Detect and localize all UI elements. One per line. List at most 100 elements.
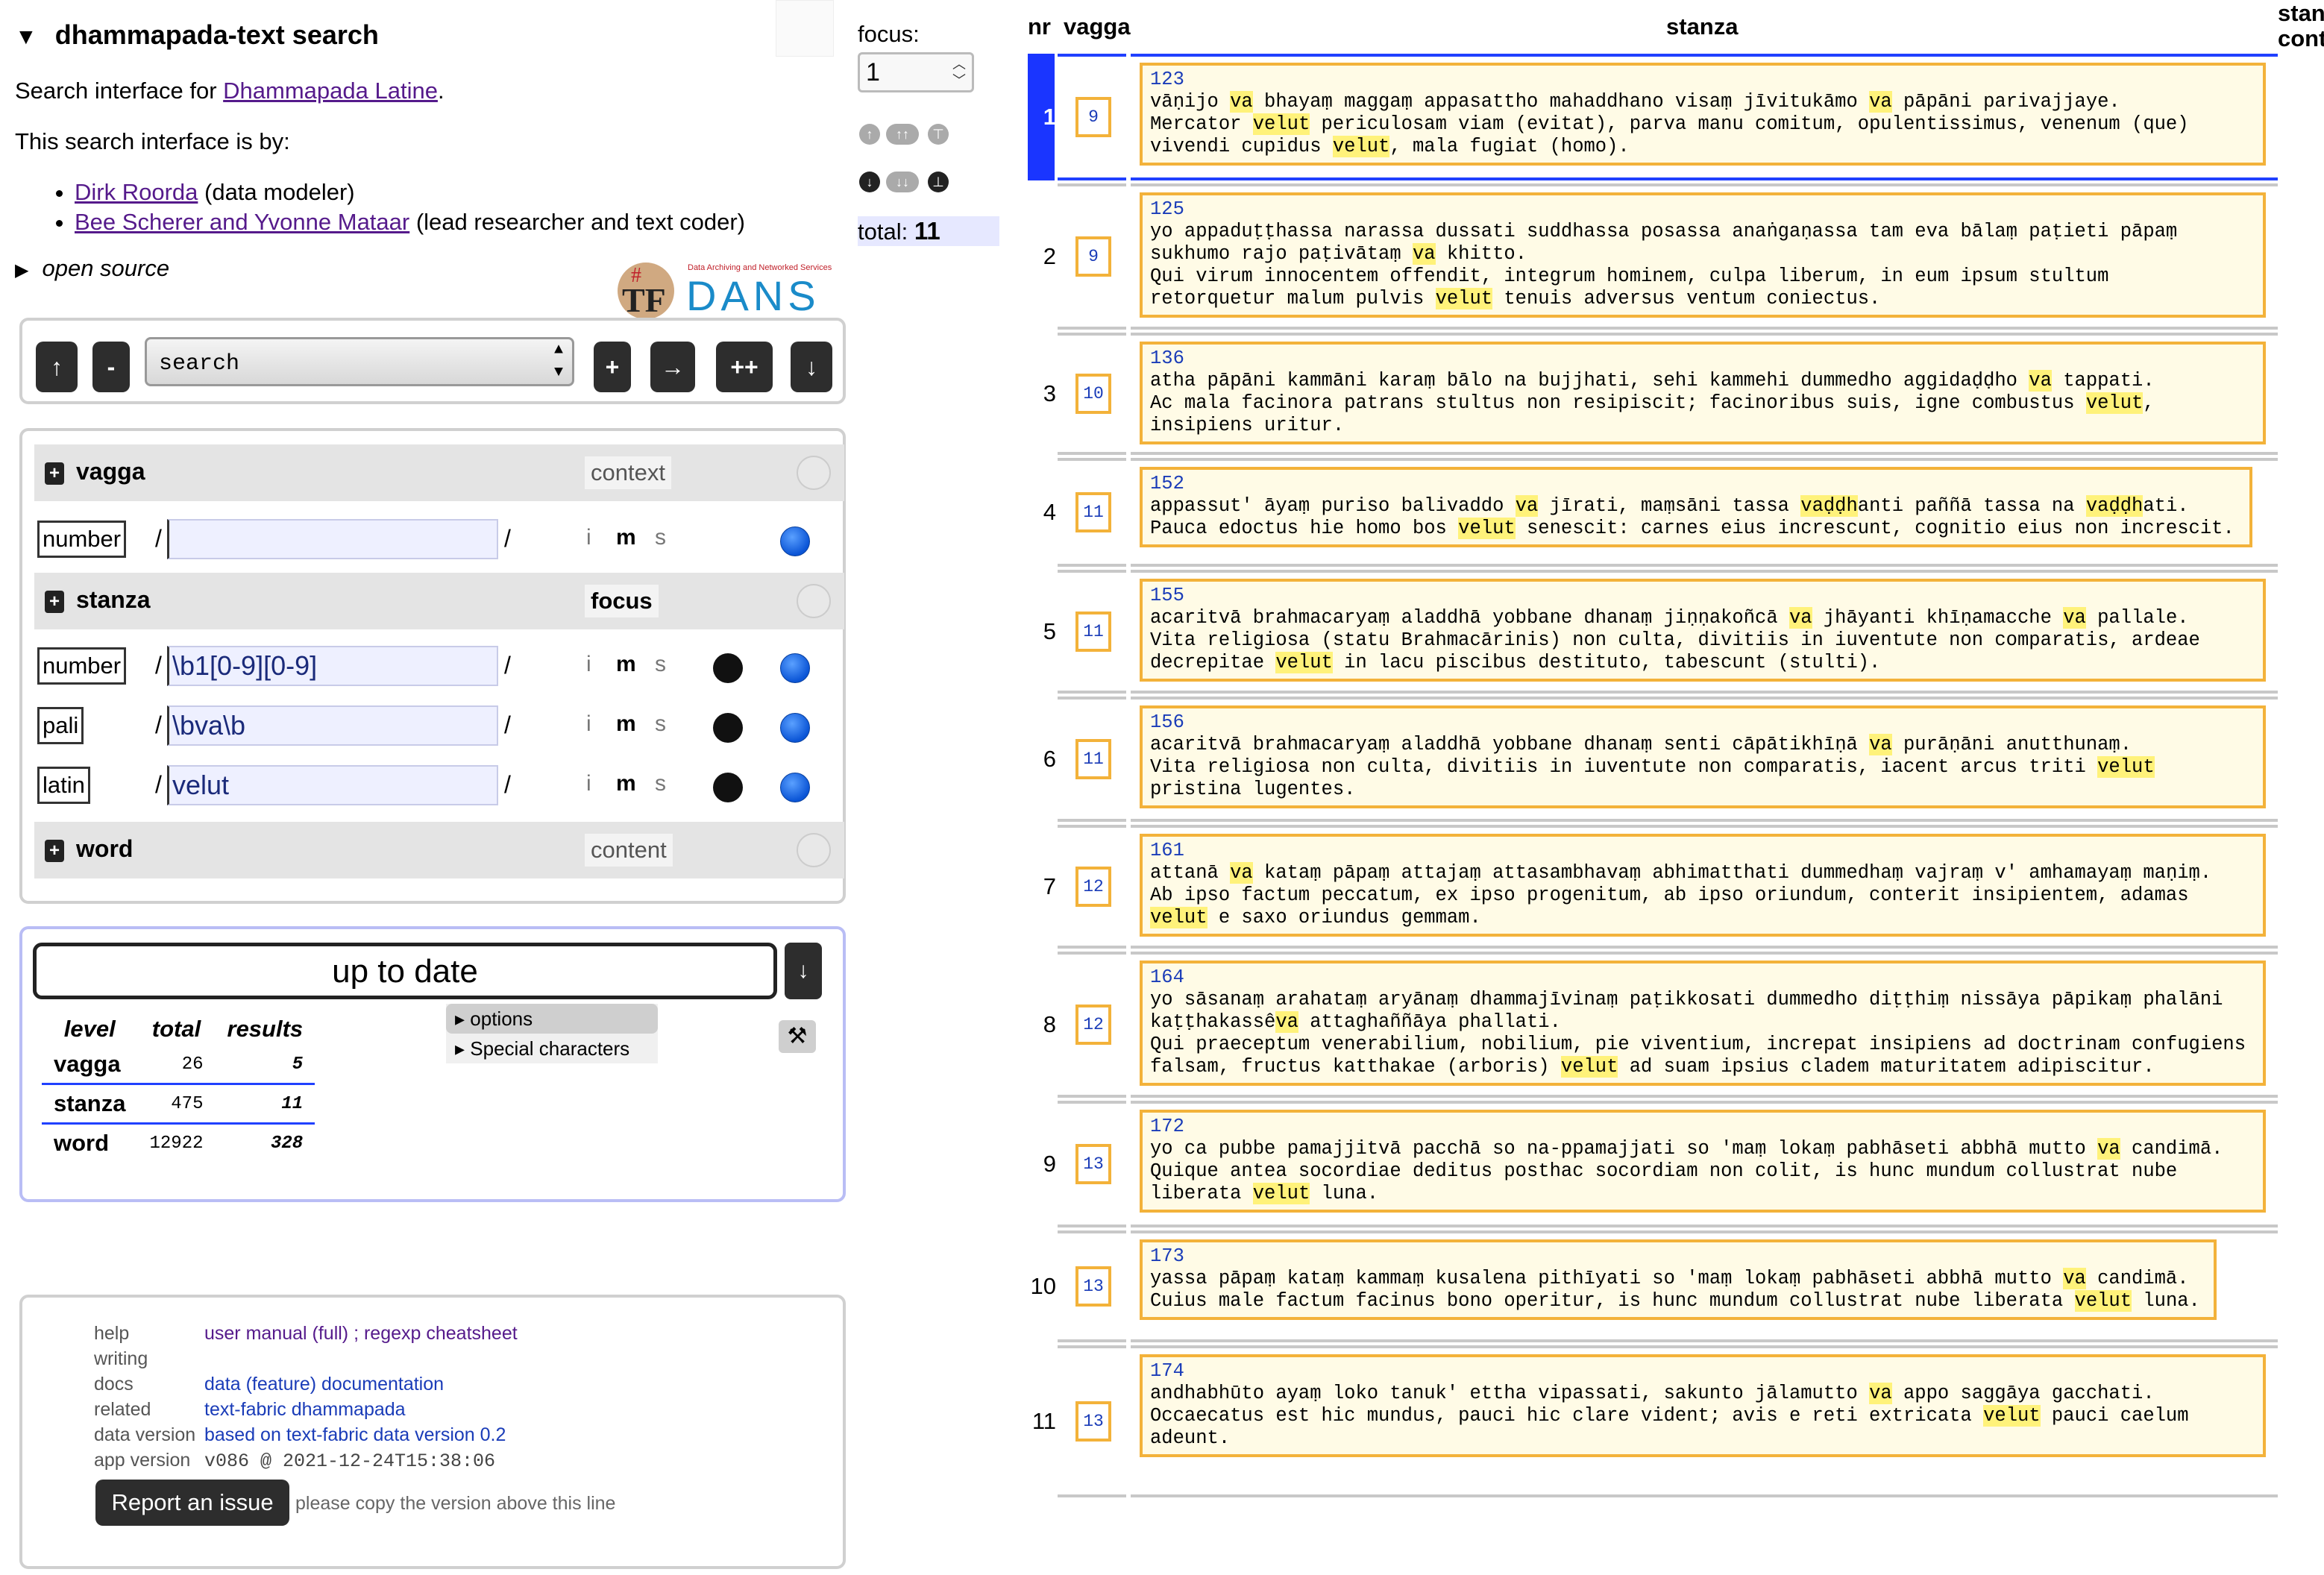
vagga-number-box[interactable]: 11 — [1075, 612, 1111, 652]
credit-link-roorda[interactable]: Dirk Roorda — [75, 179, 198, 205]
related-link[interactable]: text-fabric dhammapada — [204, 1399, 406, 1420]
tools-icon[interactable]: ⚒ — [779, 1020, 816, 1053]
bottom-icon[interactable]: ⊥ — [928, 172, 949, 192]
flag-i-button[interactable]: i — [586, 771, 591, 796]
result-number[interactable]: 11 — [1028, 1408, 1056, 1435]
next-page-icon[interactable]: ↓↓ — [886, 172, 919, 192]
word-content-button[interactable]: content — [585, 834, 673, 867]
first-result-icon[interactable]: ↑ — [859, 124, 880, 145]
flag-m-button[interactable]: m — [616, 652, 636, 677]
stanza-box[interactable]: 136 atha pāpāni kammāni karaṃ bālo na buj… — [1140, 342, 2266, 444]
stanza-latin-show-toggle[interactable] — [780, 773, 810, 802]
collapse-triangle-icon[interactable]: ▼ — [15, 25, 37, 49]
stanza-number[interactable]: 125 — [1150, 198, 2257, 221]
prev-page-icon[interactable]: ↑↑ — [886, 124, 919, 145]
top-icon[interactable]: ⊤ — [928, 124, 949, 145]
stats-row-vagga[interactable]: vagga 26 5 — [42, 1046, 315, 1084]
stanza-number[interactable]: 161 — [1150, 840, 2257, 862]
stats-row-stanza[interactable]: stanza 475 11 — [42, 1083, 315, 1125]
expand-word-button[interactable]: + — [45, 840, 64, 862]
flag-s-button[interactable]: s — [655, 525, 666, 550]
result-row[interactable]: 3 10 136 atha pāpāni kammāni karaṃ bālo na … — [1028, 333, 2278, 455]
word-display-toggle[interactable] — [797, 833, 831, 867]
options-toggle[interactable]: ▸ options — [446, 1004, 658, 1034]
open-source-toggle[interactable]: ▶ open source — [15, 255, 169, 282]
uptodate-button[interactable]: up to date — [33, 943, 777, 999]
status-down-button[interactable]: ↓ — [785, 943, 822, 999]
result-number[interactable]: 1 — [1028, 104, 1056, 131]
stanza-box[interactable]: 152 appassut' āyaṃ puriso balivaddo va jī… — [1140, 467, 2252, 547]
result-row[interactable]: 8 12 164 yo sāsanaṃ arahataṃ aryānaṃ dhamma… — [1028, 952, 2278, 1098]
result-row[interactable]: 5 11 155 acaritvā brahmacaryaṃ aladdhā yobb… — [1028, 570, 2278, 694]
stanza-number[interactable]: 156 — [1150, 711, 2257, 734]
flag-i-button[interactable]: i — [586, 525, 591, 550]
stanza-number[interactable]: 123 — [1150, 69, 2257, 91]
result-row[interactable]: 11 13 174 andhabhūto ayaṃ loko tanuk' ettha… — [1028, 1345, 2278, 1497]
stanza-latin-select-toggle[interactable] — [713, 773, 743, 802]
stanza-number-select-toggle[interactable] — [713, 653, 743, 683]
stanza-latin-input[interactable]: velut — [167, 765, 498, 805]
stanza-box[interactable]: 123 vāṇijo va bhayaṃ maggaṃ appasattho ma… — [1140, 63, 2266, 166]
report-issue-button[interactable]: Report an issue — [95, 1480, 289, 1526]
stanza-box[interactable]: 161 attanā va kataṃ pāpaṃ attajaṃ attasam… — [1140, 834, 2266, 937]
stanza-box[interactable]: 174 andhabhūto ayaṃ loko tanuk' ettha vip… — [1140, 1354, 2266, 1457]
stanza-box[interactable]: 173 yassa pāpaṃ kataṃ kammaṃ kusalena pit… — [1140, 1239, 2217, 1320]
result-row[interactable]: 9 13 172 yo ca pubbe pamajjitvā pacchā so n… — [1028, 1101, 2278, 1227]
stanza-number[interactable]: 155 — [1150, 585, 2257, 607]
flag-s-button[interactable]: s — [655, 652, 666, 677]
stanza-number[interactable]: 152 — [1150, 473, 2243, 495]
stanza-number[interactable]: 136 — [1150, 348, 2257, 370]
flag-s-button[interactable]: s — [655, 711, 666, 737]
app-title-row[interactable]: ▼ dhammapada-text search — [15, 19, 379, 51]
flag-i-button[interactable]: i — [586, 652, 591, 677]
stanza-box[interactable]: 164 yo sāsanaṃ arahataṃ aryānaṃ dhammajīv… — [1140, 961, 2266, 1086]
result-number[interactable]: 10 — [1028, 1273, 1056, 1300]
stanza-number[interactable]: 174 — [1150, 1360, 2257, 1383]
flag-s-button[interactable]: s — [655, 771, 666, 796]
stanza-display-toggle[interactable] — [797, 584, 831, 618]
data-version-link[interactable]: based on text-fabric data version 0.2 — [204, 1424, 506, 1445]
flag-i-button[interactable]: i — [586, 711, 591, 737]
flag-m-button[interactable]: m — [616, 771, 636, 796]
expand-triangle-icon[interactable]: ▶ — [15, 260, 28, 280]
result-number[interactable]: 3 — [1028, 380, 1056, 407]
stanza-number[interactable]: 173 — [1150, 1245, 2208, 1268]
result-row[interactable]: 1 9 123 vāṇijo va bhayaṃ maggaṃ appasattho … — [1028, 54, 2278, 180]
stanza-number-input[interactable]: \b1[0-9][0-9] — [167, 646, 498, 686]
stanza-box[interactable]: 155 acaritvā brahmacaryaṃ aladdhā yobbane… — [1140, 579, 2266, 682]
vagga-number-box[interactable]: 11 — [1075, 739, 1111, 779]
result-row[interactable]: 2 9 125 yo appaduṭṭhassa narassa dussati su… — [1028, 183, 2278, 330]
next-button[interactable]: → — [650, 342, 695, 392]
result-number[interactable]: 2 — [1028, 243, 1056, 270]
vagga-context-button[interactable]: context — [585, 456, 671, 489]
stanza-number-show-toggle[interactable] — [780, 653, 810, 683]
result-row[interactable]: 4 11 152 appassut' āyaṃ puriso balivaddo va… — [1028, 458, 2278, 567]
add-button[interactable]: + — [594, 342, 631, 392]
vagga-number-box[interactable]: 13 — [1075, 1144, 1111, 1184]
vagga-number-box[interactable]: 9 — [1075, 97, 1111, 137]
vagga-number-box[interactable]: 10 — [1075, 374, 1111, 414]
remove-button[interactable]: - — [92, 342, 130, 392]
result-row[interactable]: 6 11 156 acaritvā brahmacaryaṃ aladdhā yobb… — [1028, 697, 2278, 822]
stanza-pali-show-toggle[interactable] — [780, 713, 810, 743]
result-number[interactable]: 8 — [1028, 1011, 1056, 1038]
vagga-number-show-toggle[interactable] — [780, 526, 810, 556]
vagga-number-box[interactable]: 13 — [1075, 1266, 1111, 1307]
spinner-arrows-icon[interactable]: ︿ ﹀ — [952, 56, 966, 89]
stanza-pali-select-toggle[interactable] — [713, 713, 743, 743]
result-number[interactable]: 4 — [1028, 499, 1056, 526]
dhammapada-latine-link[interactable]: Dhammapada Latine — [223, 78, 438, 104]
focus-number-input[interactable]: 1 ︿ ﹀ — [858, 52, 974, 92]
expand-vagga-button[interactable]: + — [45, 462, 64, 485]
result-row[interactable]: 10 13 173 yassa pāpaṃ kataṃ kammaṃ kusalena… — [1028, 1230, 2278, 1342]
result-number[interactable]: 5 — [1028, 618, 1056, 645]
mode-select[interactable]: search ▲ ▼ — [145, 337, 574, 386]
result-number[interactable]: 6 — [1028, 746, 1056, 773]
prev-result-button[interactable]: ↑ — [36, 342, 78, 392]
result-number[interactable]: 9 — [1028, 1151, 1056, 1178]
help-manual-link[interactable]: user manual (full) ; regexp cheatsheet — [204, 1323, 518, 1344]
stanza-box[interactable]: 125 yo appaduṭṭhassa narassa dussati sudd… — [1140, 192, 2266, 318]
vagga-number-input[interactable] — [167, 519, 498, 559]
stanza-pali-input[interactable]: \bva\b — [167, 705, 498, 746]
vagga-number-box[interactable]: 11 — [1075, 492, 1111, 532]
